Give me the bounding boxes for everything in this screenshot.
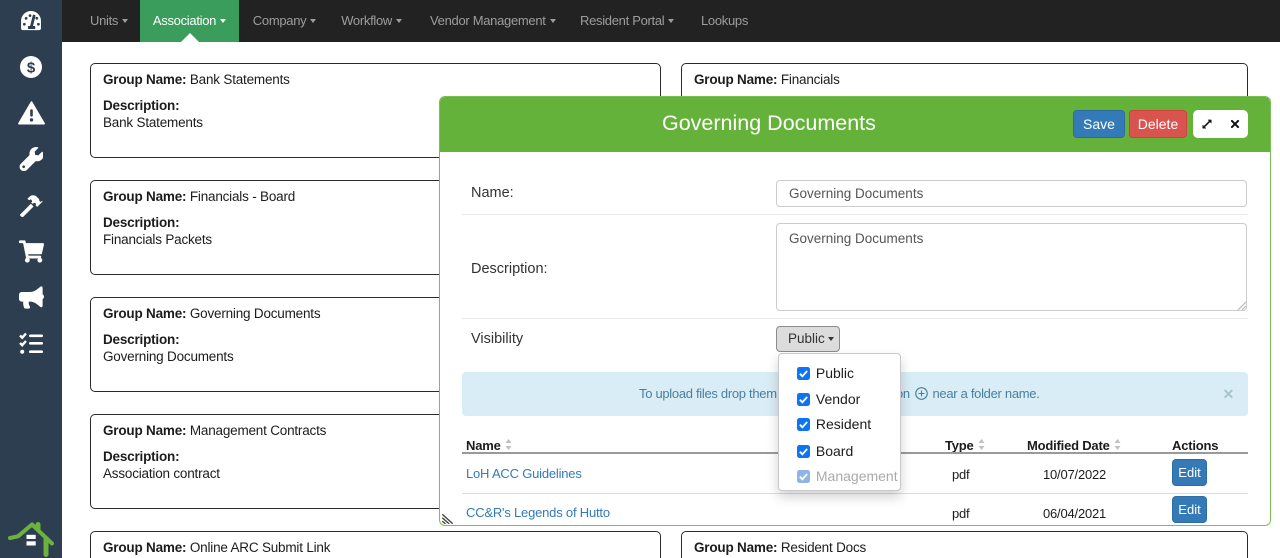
svg-text:$: $ [27,60,36,77]
